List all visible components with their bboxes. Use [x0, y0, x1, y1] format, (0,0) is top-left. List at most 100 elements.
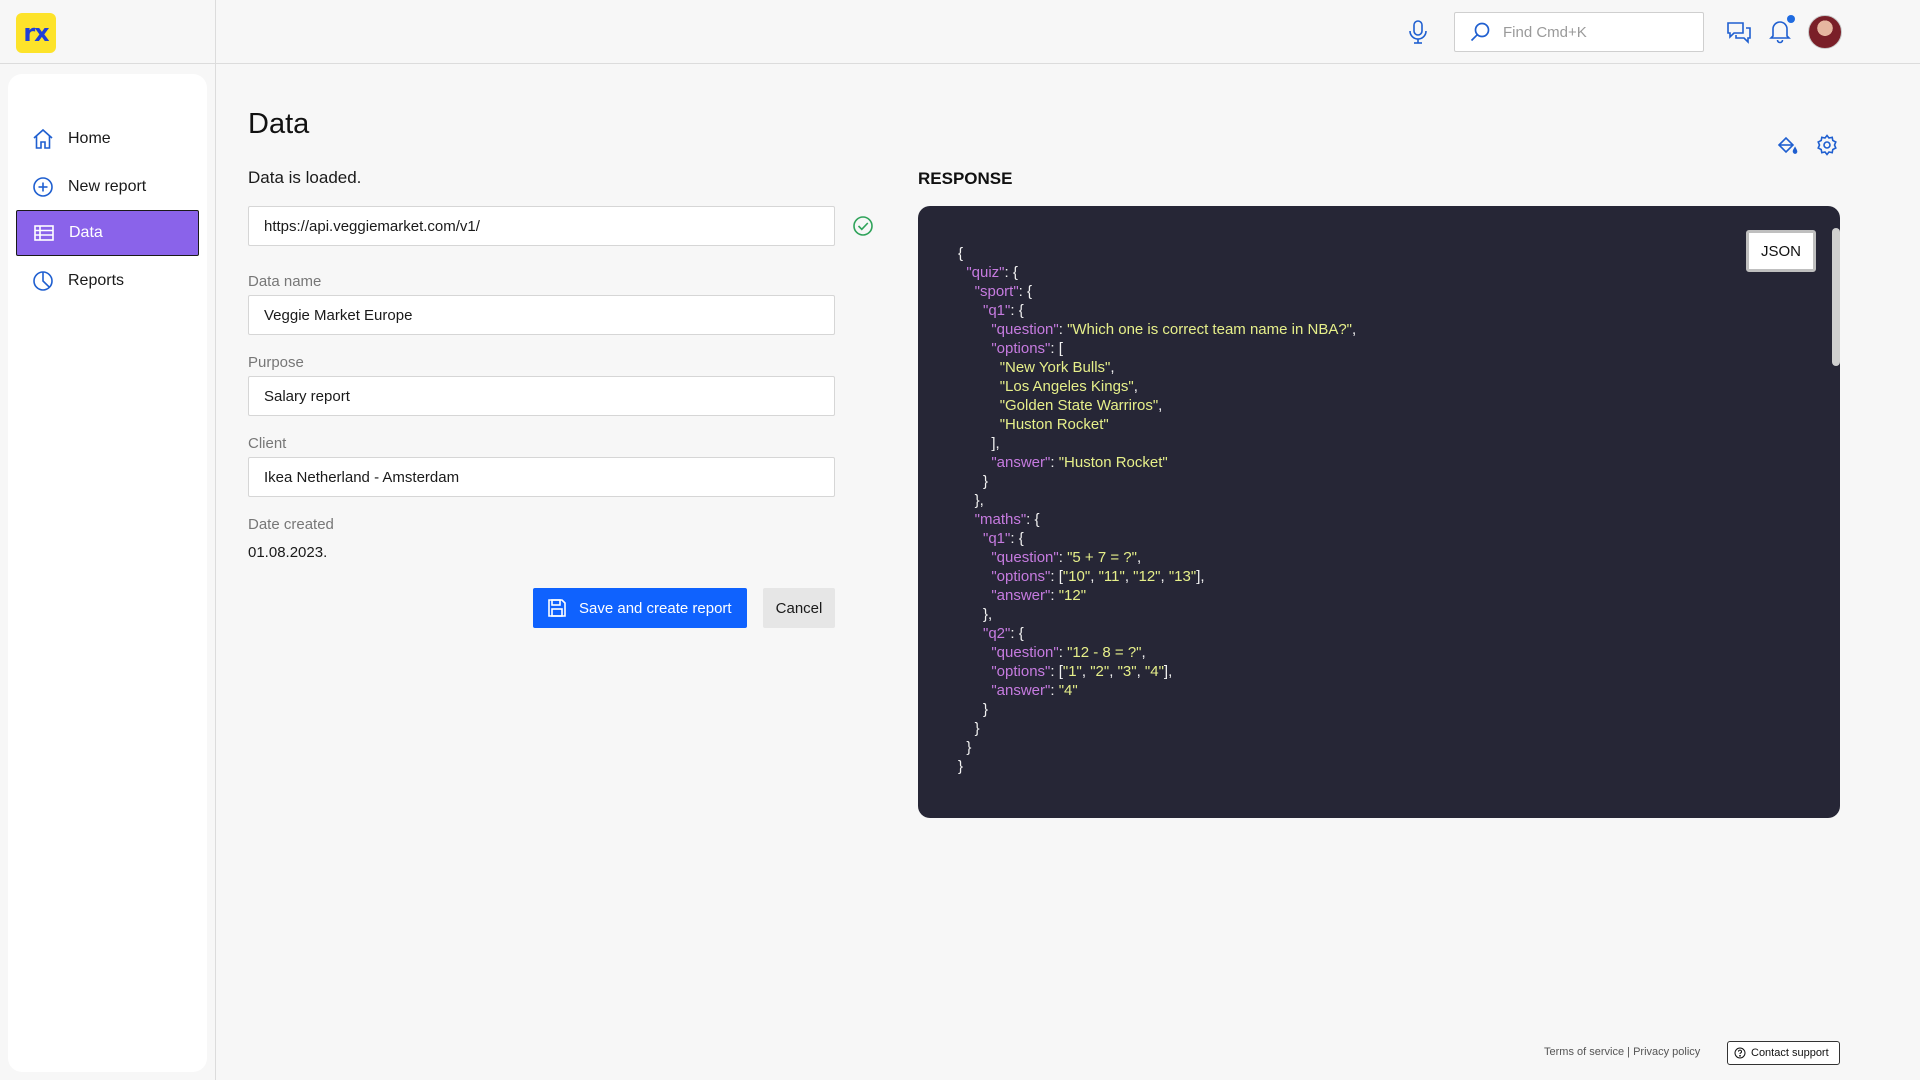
json-string: "13"	[1168, 568, 1197, 585]
code-line: "question": "Which one is correct team n…	[958, 320, 1356, 339]
json-punct: :	[1058, 321, 1068, 338]
privacy-policy-link[interactable]: Privacy policy	[1633, 1046, 1700, 1058]
json-key: "quiz"	[966, 264, 1005, 281]
json-key: "options"	[991, 568, 1051, 585]
json-string: "New York Bulls"	[999, 359, 1111, 376]
data-name-label: Data name	[248, 273, 322, 290]
json-key: "q1"	[983, 530, 1011, 547]
purpose-label: Purpose	[248, 354, 304, 371]
json-punct: ,	[1124, 568, 1134, 585]
footer-separator: |	[1624, 1046, 1634, 1058]
load-status: Data is loaded.	[248, 168, 362, 187]
json-string: "12"	[1133, 568, 1161, 585]
json-string: "2"	[1090, 663, 1110, 680]
code-line: "q1": {	[958, 529, 1356, 548]
json-punct: }	[958, 758, 964, 775]
json-punct	[958, 625, 983, 642]
sidebar-item-home[interactable]: Home	[16, 116, 199, 162]
json-punct: ,	[1136, 549, 1142, 566]
json-punct	[958, 416, 1000, 433]
code-line: "q2": {	[958, 624, 1356, 643]
json-format-button[interactable]: JSON	[1746, 230, 1816, 272]
cancel-button[interactable]: Cancel	[763, 588, 835, 628]
json-punct: ,	[1110, 359, 1115, 376]
paint-bucket-icon[interactable]	[1776, 134, 1798, 156]
code-line: "options": [	[958, 339, 1356, 358]
app-logo[interactable]: rx	[16, 13, 56, 53]
json-string: "4"	[1058, 682, 1078, 699]
code-line: "maths": {	[958, 510, 1356, 529]
json-punct: : [	[1050, 340, 1063, 357]
check-circle-icon	[853, 216, 873, 236]
json-punct: :	[1058, 549, 1068, 566]
json-punct	[958, 682, 991, 699]
code-line: "options": ["1", "2", "3", "4"],	[958, 662, 1356, 681]
sidebar-item-data[interactable]: Data	[16, 210, 199, 256]
sidebar-item-label: Home	[68, 130, 111, 147]
json-punct	[958, 397, 1000, 414]
data-name-input[interactable]	[248, 295, 835, 335]
json-key: "question"	[991, 644, 1059, 661]
contact-support-button[interactable]: Contact support	[1727, 1041, 1840, 1065]
code-line: "answer": "Huston Rocket"	[958, 453, 1356, 472]
client-input[interactable]	[248, 457, 835, 497]
json-punct: : {	[1010, 625, 1024, 642]
json-key: "answer"	[991, 682, 1051, 699]
search-icon	[1470, 22, 1490, 42]
json-punct	[958, 378, 1000, 395]
json-string: "12"	[1058, 587, 1087, 604]
sidebar-item-new-report[interactable]: New report	[16, 164, 199, 210]
json-key: "q1"	[983, 302, 1011, 319]
save-and-create-report-button[interactable]: Save and create report	[533, 588, 747, 628]
json-punct	[958, 663, 991, 680]
code-line: "options": ["10", "11", "12", "13"],	[958, 567, 1356, 586]
json-string: "4"	[1144, 663, 1164, 680]
search-box[interactable]	[1454, 12, 1704, 52]
user-avatar[interactable]	[1808, 15, 1842, 49]
json-string: "11"	[1098, 568, 1125, 585]
api-url-input[interactable]	[248, 206, 835, 246]
code-line: "answer": "12"	[958, 586, 1356, 605]
purpose-input[interactable]	[248, 376, 835, 416]
gear-icon[interactable]	[1816, 134, 1838, 156]
json-punct: :	[1050, 682, 1059, 699]
terms-of-service-link[interactable]: Terms of service	[1544, 1046, 1624, 1058]
json-punct: }	[958, 701, 989, 718]
json-punct: ],	[1163, 663, 1173, 680]
code-line: }	[958, 719, 1356, 738]
json-string: "Golden State Warriros"	[999, 397, 1159, 414]
json-key: "q2"	[983, 625, 1011, 642]
sidebar-item-label: Reports	[68, 272, 125, 289]
sidebar-item-reports[interactable]: Reports	[16, 258, 199, 304]
code-line: "q1": {	[958, 301, 1356, 320]
json-punct	[958, 587, 991, 604]
json-punct	[958, 454, 991, 471]
chat-icon[interactable]	[1726, 20, 1752, 44]
code-line: "question": "12 - 8 = ?",	[958, 643, 1356, 662]
response-title: RESPONSE	[918, 169, 1013, 188]
save-icon	[548, 599, 566, 617]
json-punct: ,	[1081, 663, 1091, 680]
home-icon	[33, 128, 53, 149]
date-created-value: 01.08.2023.	[248, 544, 328, 561]
json-string: "1"	[1062, 663, 1082, 680]
json-punct: },	[958, 492, 984, 509]
code-line: "sport": {	[958, 282, 1356, 301]
json-key: "question"	[991, 549, 1059, 566]
json-punct	[958, 644, 991, 661]
json-punct: : {	[1010, 530, 1024, 547]
json-punct: : [	[1050, 568, 1063, 585]
search-input[interactable]	[1503, 23, 1693, 41]
json-punct: ,	[1090, 568, 1099, 585]
json-key: "options"	[991, 663, 1051, 680]
json-punct: :	[1058, 644, 1068, 661]
json-string: "Los Angeles Kings"	[999, 378, 1134, 395]
code-scrollbar[interactable]	[1832, 228, 1840, 366]
json-string: "10"	[1062, 568, 1091, 585]
top-header: rx	[0, 0, 1920, 64]
json-punct: :	[1050, 454, 1059, 471]
date-created-label: Date created	[248, 516, 334, 533]
json-punct: ],	[1196, 568, 1205, 585]
microphone-icon[interactable]	[1407, 19, 1429, 45]
json-string: "12 - 8 = ?"	[1067, 644, 1142, 661]
